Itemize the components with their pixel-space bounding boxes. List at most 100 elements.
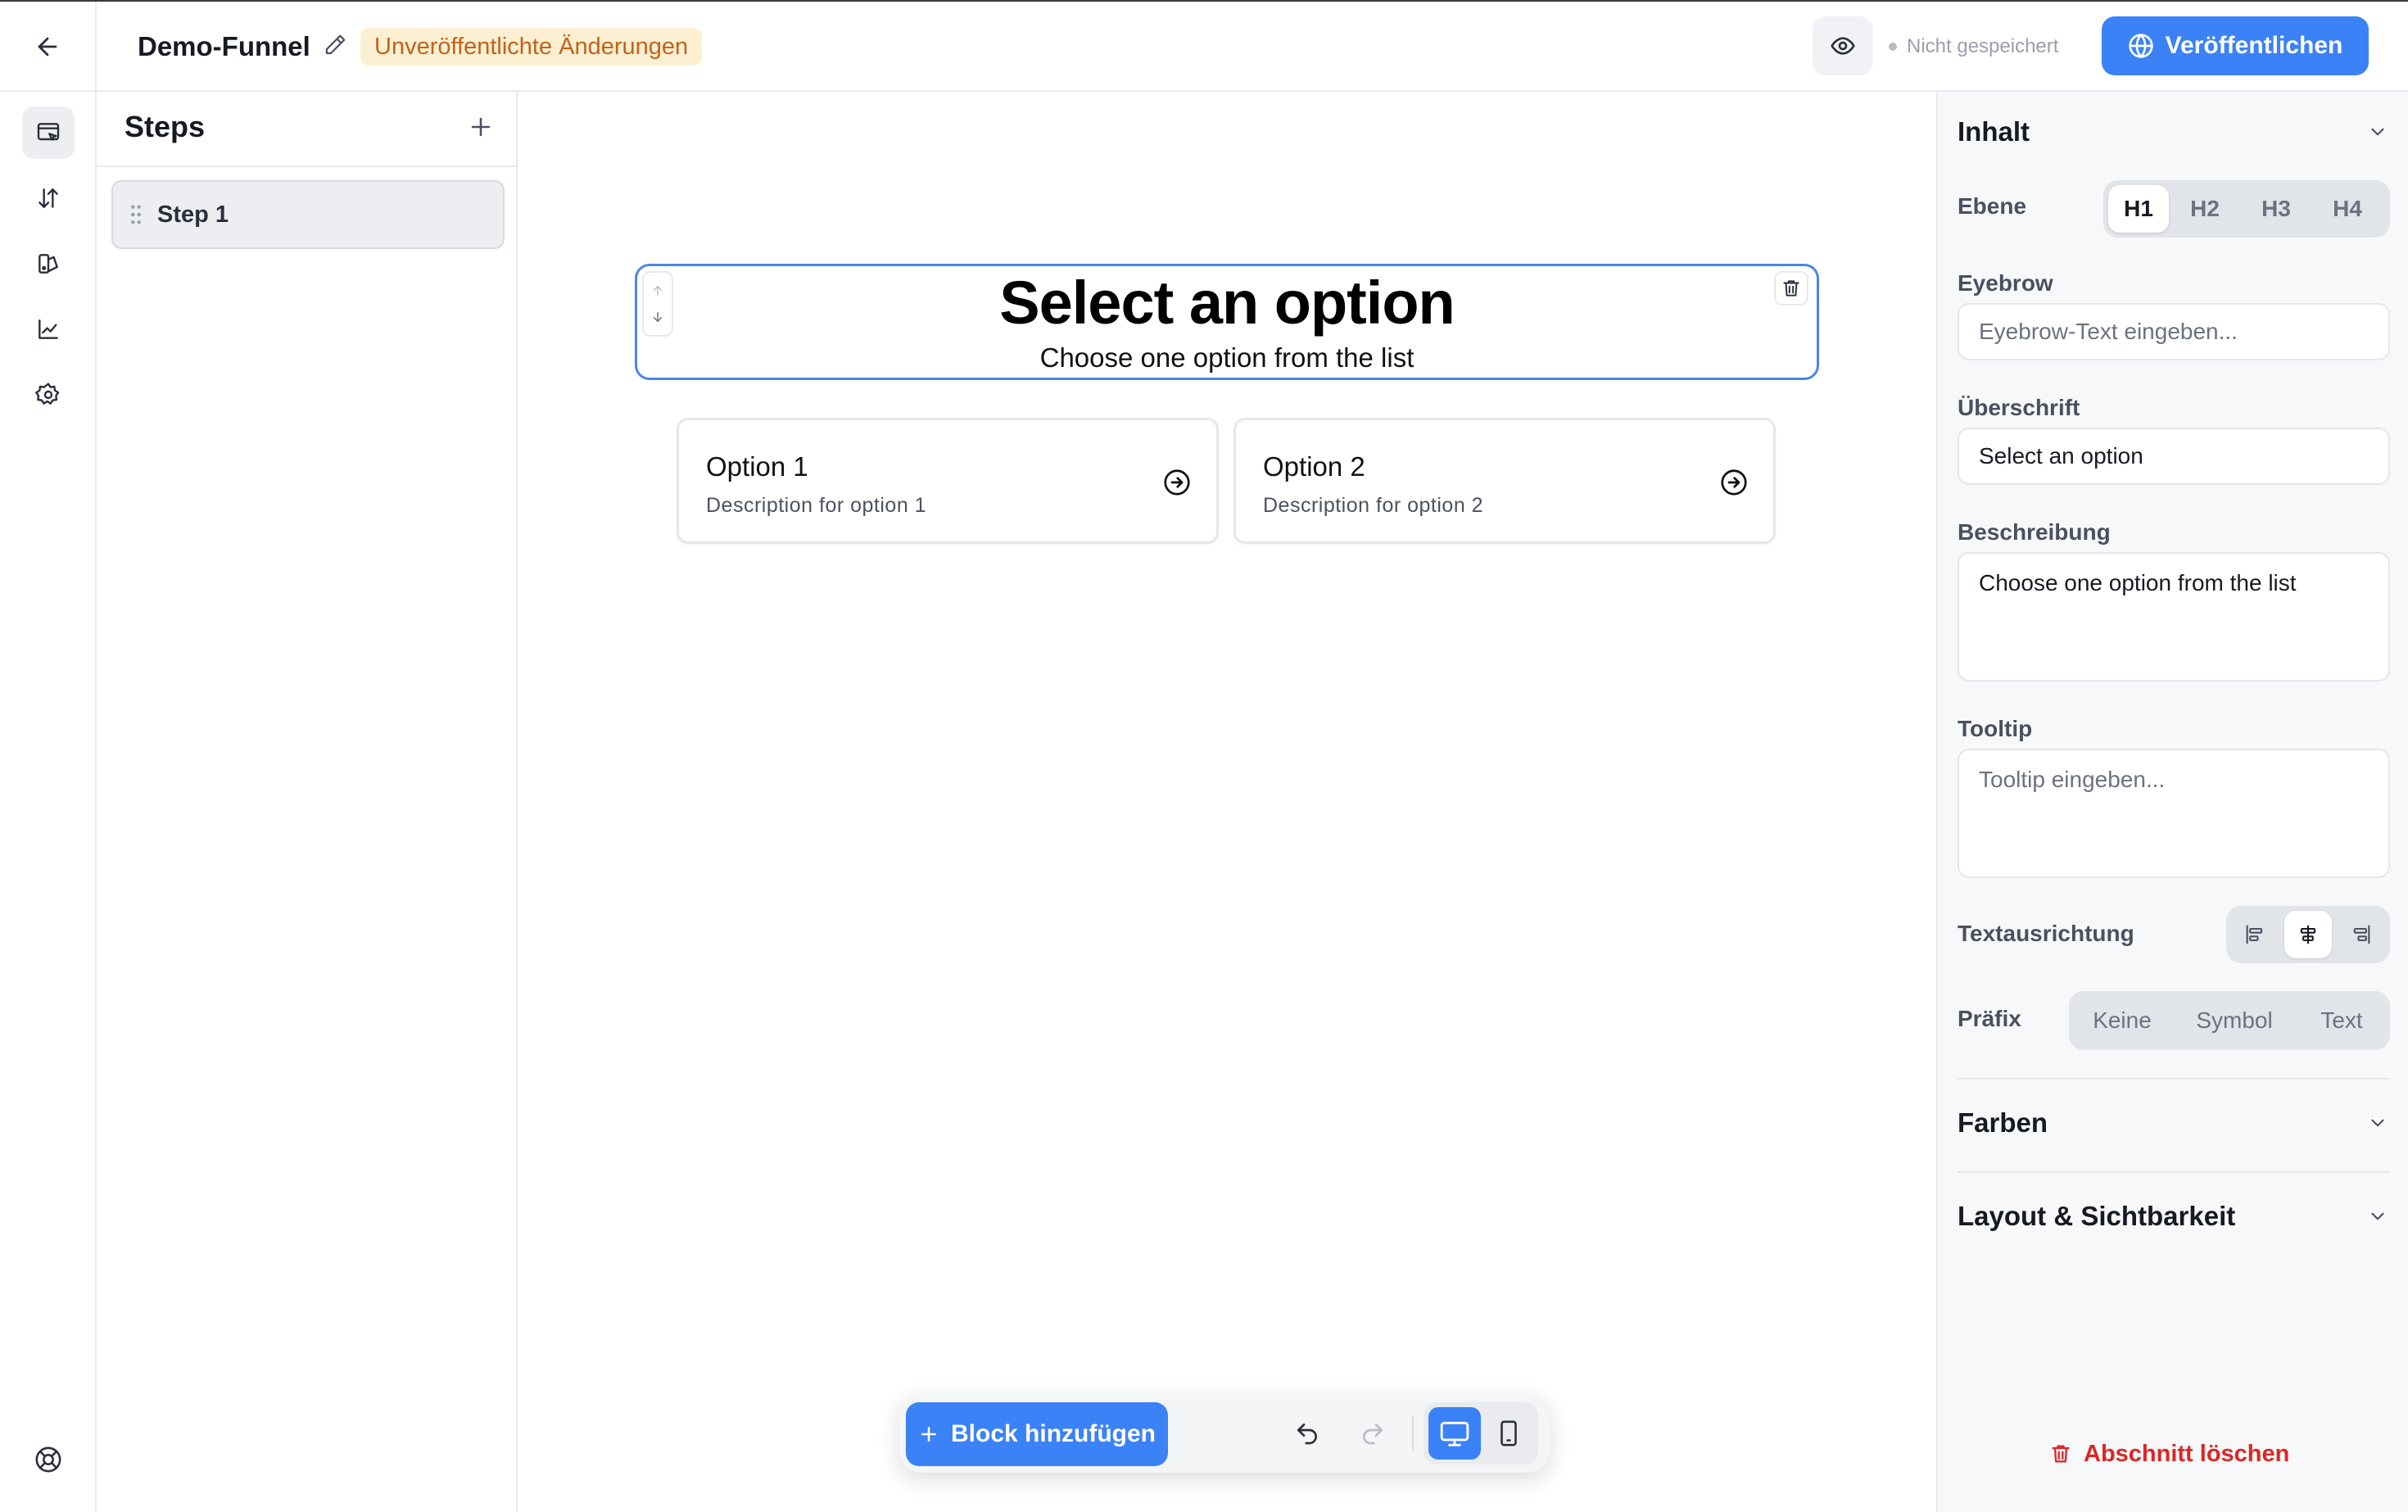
chevron-down-icon[interactable] — [2367, 1112, 2388, 1134]
mobile-view-button[interactable] — [1482, 1407, 1535, 1460]
sort-icon — [38, 188, 58, 208]
prefix-option-none[interactable]: Keine — [2080, 997, 2164, 1044]
align-center-button[interactable] — [2284, 911, 2332, 958]
delete-section-button[interactable]: Abschnitt löschen — [2049, 1435, 2289, 1473]
help-icon — [35, 1446, 61, 1473]
steps-title: Steps — [124, 110, 206, 143]
prefix-label: Präfix — [1958, 1006, 2021, 1031]
delete-block-button[interactable] — [1774, 271, 1808, 306]
rail-design-button[interactable] — [22, 238, 75, 290]
level-option-h4[interactable]: H4 — [2311, 185, 2383, 233]
heading-input[interactable] — [1958, 428, 2390, 485]
align-center-icon — [2300, 925, 2316, 944]
globe-icon — [2128, 34, 2153, 58]
redo-button[interactable] — [1353, 1414, 1392, 1453]
preview-button[interactable] — [1813, 16, 1873, 75]
eyebrow-input[interactable] — [1958, 303, 2390, 360]
publish-button[interactable]: Veröffentlichen — [2102, 16, 2369, 75]
status-dot — [1889, 43, 1897, 51]
divider — [1958, 1171, 2390, 1173]
rail-settings-button[interactable] — [22, 369, 75, 421]
option-description: Description for option 2 — [1263, 494, 1484, 517]
delete-section-label: Abschnitt löschen — [2084, 1440, 2290, 1467]
option-title: Option 2 — [1263, 451, 1365, 482]
arrow-right-circle-icon — [1721, 469, 1747, 496]
publish-label: Veröffentlichen — [2165, 32, 2343, 59]
canvas: Select an option Choose one option from … — [518, 92, 1936, 1512]
floating-toolbar: Block hinzufügen — [899, 1394, 1550, 1473]
prefix-option-symbol[interactable]: Symbol — [2181, 997, 2288, 1044]
add-block-button[interactable]: Block hinzufügen — [906, 1402, 1168, 1466]
desktop-view-button[interactable] — [1428, 1407, 1481, 1460]
option-card-1[interactable]: Option 1 Description for option 1 — [677, 418, 1219, 544]
arrow-left-icon — [38, 37, 57, 57]
rail-sort-button[interactable] — [22, 172, 75, 224]
tooltip-textarea[interactable] — [1958, 749, 2390, 878]
option-description: Description for option 1 — [706, 494, 927, 517]
block-heading[interactable]: Select an option — [637, 266, 1817, 340]
plus-icon — [471, 117, 491, 137]
section-layout-title[interactable]: Layout & Sichtbarkeit — [1958, 1201, 2235, 1232]
align-right-button[interactable] — [2338, 911, 2385, 958]
device-switcher — [1424, 1402, 1538, 1464]
editor-icon — [37, 123, 60, 141]
option-card-2[interactable]: Option 2 Description for option 2 — [1233, 418, 1776, 544]
description-label: Beschreibung — [1958, 519, 2111, 545]
section-content-title[interactable]: Inhalt — [1958, 116, 2030, 147]
arrow-right-circle-icon — [1164, 469, 1190, 496]
level-option-h3[interactable]: H3 — [2241, 185, 2311, 233]
heading-label: Überschrift — [1958, 395, 2080, 420]
text-align-control — [2226, 906, 2390, 963]
align-left-button[interactable] — [2231, 911, 2279, 958]
unsaved-changes-badge: Unveröffentlichte Änderungen — [360, 28, 703, 66]
prefix-segmented-control: Keine Symbol Text — [2069, 991, 2390, 1050]
rail-editor-button[interactable] — [22, 106, 75, 159]
divider — [1958, 1078, 2390, 1080]
eye-icon — [1831, 37, 1855, 55]
top-bar: Demo-Funnel Unveröffentlichte Änderungen… — [0, 2, 2408, 92]
trash-icon — [2052, 1445, 2070, 1463]
phone-icon — [1500, 1420, 1517, 1446]
add-step-button[interactable] — [467, 113, 495, 141]
add-block-label: Block hinzufügen — [951, 1420, 1156, 1447]
analytics-icon — [38, 319, 58, 339]
properties-panel: Inhalt Ebene H1 H2 H3 H4 Eyebrow Übersch… — [1936, 92, 2408, 1512]
align-right-icon — [2353, 925, 2370, 944]
toolbar-separator — [1412, 1415, 1414, 1451]
steps-panel: Steps Step 1 — [97, 92, 518, 1512]
rename-button[interactable] — [323, 33, 347, 57]
drag-handle-icon[interactable] — [129, 204, 143, 225]
pencil-icon — [325, 34, 346, 55]
plus-icon — [921, 1427, 936, 1442]
redo-icon — [1363, 1424, 1383, 1445]
chevron-down-icon[interactable] — [2367, 121, 2388, 143]
section-colors-title[interactable]: Farben — [1958, 1107, 2048, 1139]
eyebrow-label: Eyebrow — [1958, 270, 2053, 296]
icon-rail — [0, 92, 97, 1512]
level-option-h2[interactable]: H2 — [2169, 185, 2241, 233]
trash-icon — [1783, 280, 1799, 297]
back-button[interactable] — [0, 2, 97, 92]
block-description[interactable]: Choose one option from the list — [637, 342, 1817, 374]
text-align-label: Textausrichtung — [1958, 921, 2134, 946]
save-status-text: Nicht gespeichert — [1907, 35, 2059, 57]
level-option-h1[interactable]: H1 — [2108, 185, 2169, 233]
align-left-icon — [2246, 925, 2263, 944]
description-textarea[interactable]: Choose one option from the list — [1958, 552, 2390, 681]
step-item[interactable]: Step 1 — [111, 180, 505, 249]
prefix-option-text[interactable]: Text — [2305, 997, 2379, 1044]
undo-button[interactable] — [1288, 1414, 1327, 1453]
rail-analytics-button[interactable] — [22, 303, 75, 355]
option-title: Option 1 — [706, 451, 808, 482]
undo-icon — [1297, 1424, 1317, 1445]
level-segmented-control: H1 H2 H3 H4 — [2103, 180, 2390, 238]
settings-icon — [35, 383, 60, 405]
rail-help-button[interactable] — [22, 1433, 75, 1486]
step-label: Step 1 — [157, 201, 229, 228]
heading-block[interactable]: Select an option Choose one option from … — [635, 264, 1819, 380]
chevron-down-icon[interactable] — [2367, 1206, 2388, 1227]
tooltip-label: Tooltip — [1958, 716, 2033, 741]
save-status: Nicht gespeichert — [1889, 29, 2058, 64]
steps-header: Steps — [97, 92, 518, 167]
monitor-icon — [1440, 1421, 1469, 1446]
